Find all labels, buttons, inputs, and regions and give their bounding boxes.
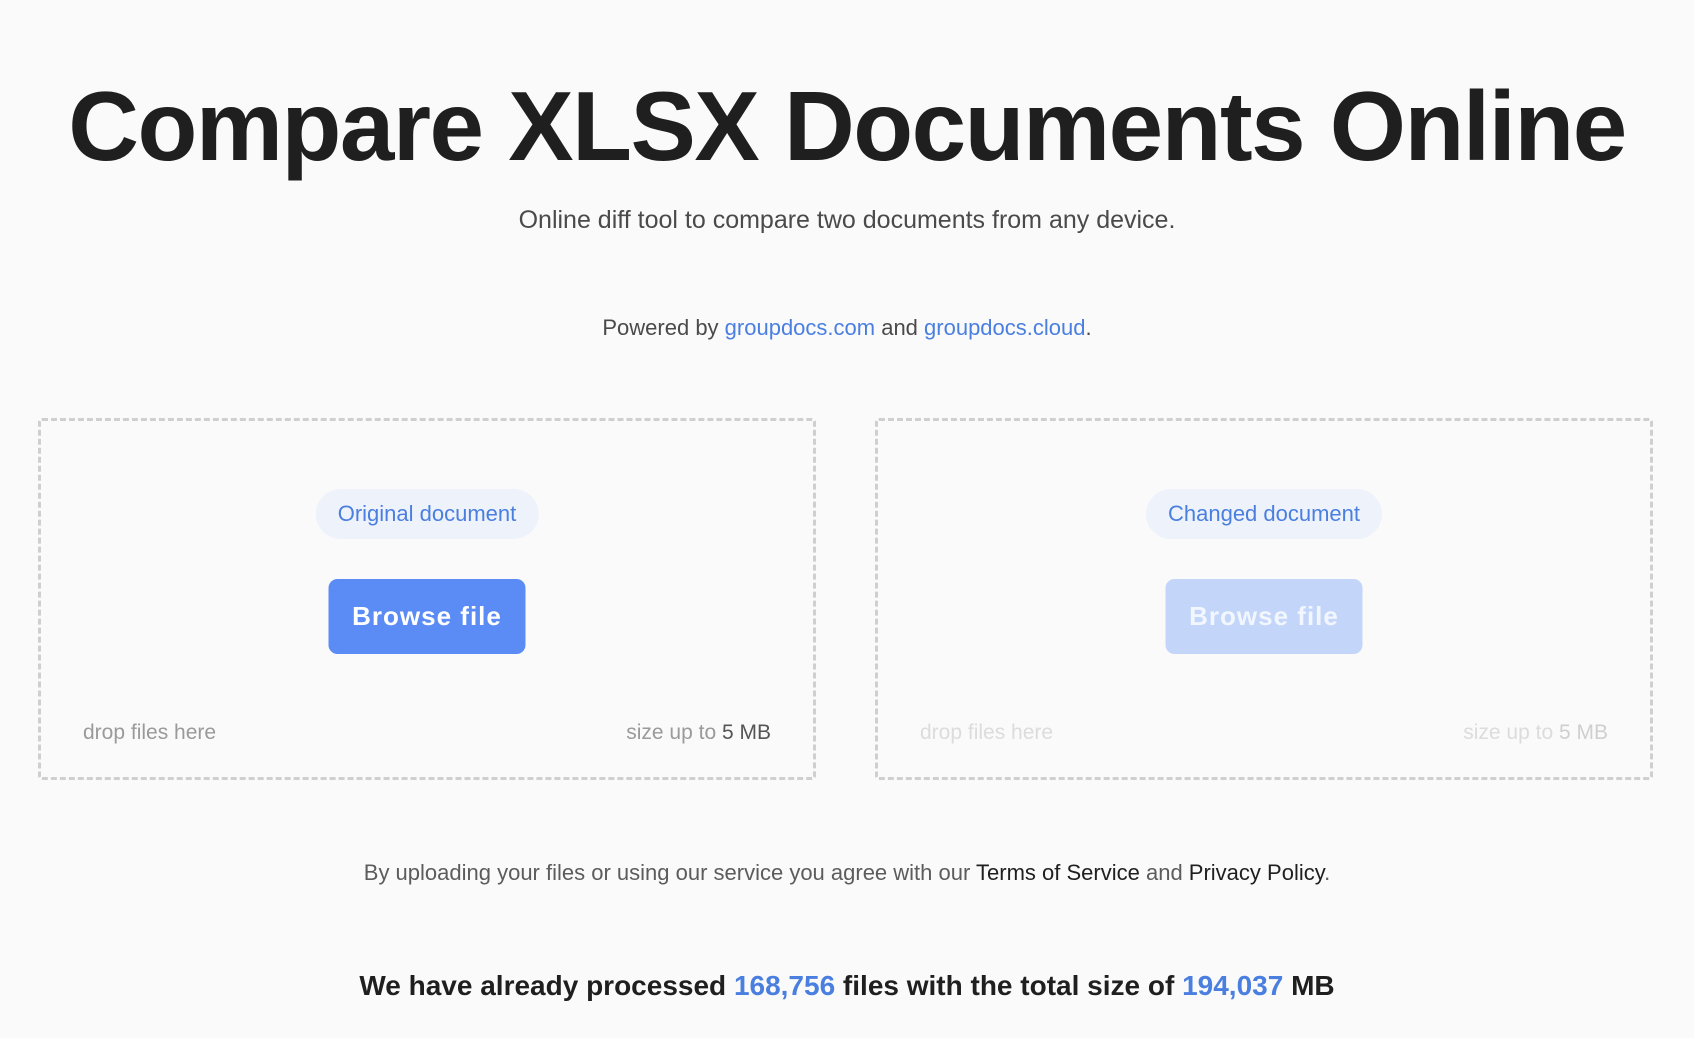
changed-size-value: 5 MB (1558, 721, 1608, 744)
original-browse-file-button[interactable]: Browse file (328, 579, 526, 654)
powered-by-middle: and (875, 315, 925, 340)
stats-suffix: MB (1283, 970, 1335, 1001)
groupdocs-cloud-link[interactable]: groupdocs.cloud (924, 315, 1085, 340)
original-size-prefix: size up to (626, 721, 722, 744)
changed-browse-file-button[interactable]: Browse file (1165, 579, 1363, 654)
privacy-policy-link[interactable]: Privacy Policy (1189, 860, 1324, 885)
terms-suffix: . (1324, 860, 1331, 885)
powered-by-suffix: . (1085, 315, 1092, 340)
processed-stats: We have already processed 168,756 files … (0, 968, 1694, 1004)
changed-document-label: Changed document (1145, 489, 1383, 539)
original-document-dropzone[interactable]: Original document Browse file drop files… (38, 418, 816, 780)
original-drop-hint: drop files here (83, 721, 217, 744)
changed-size-prefix: size up to (1463, 721, 1559, 744)
original-size-hint: size up to 5 MB (626, 721, 771, 745)
total-size: 194,037 (1182, 970, 1284, 1001)
stats-prefix: We have already processed (359, 970, 734, 1001)
terms-notice: By uploading your files or using our ser… (0, 859, 1694, 887)
files-count: 168,756 (733, 970, 836, 1001)
page: Compare XLSX Documents Online Online dif… (0, 0, 1694, 1038)
terms-middle: and (1139, 860, 1189, 885)
original-document-label: Original document (315, 489, 539, 539)
page-title: Compare XLSX Documents Online (68, 71, 1627, 181)
powered-by: Powered by groupdocs.com and groupdocs.c… (0, 314, 1694, 342)
changed-size-hint: size up to 5 MB (1463, 721, 1608, 745)
changed-document-dropzone[interactable]: Changed document Browse file drop files … (875, 418, 1653, 780)
terms-prefix: By uploading your files or using our ser… (363, 860, 977, 885)
changed-drop-hint: drop files here (920, 721, 1054, 744)
terms-of-service-link[interactable]: Terms of Service (976, 860, 1140, 885)
page-subtitle: Online diff tool to compare two document… (518, 206, 1176, 234)
stats-middle: files with the total size of (835, 970, 1183, 1001)
groupdocs-com-link[interactable]: groupdocs.com (725, 315, 875, 340)
powered-by-prefix: Powered by (602, 315, 725, 340)
original-size-value: 5 MB (721, 721, 771, 744)
